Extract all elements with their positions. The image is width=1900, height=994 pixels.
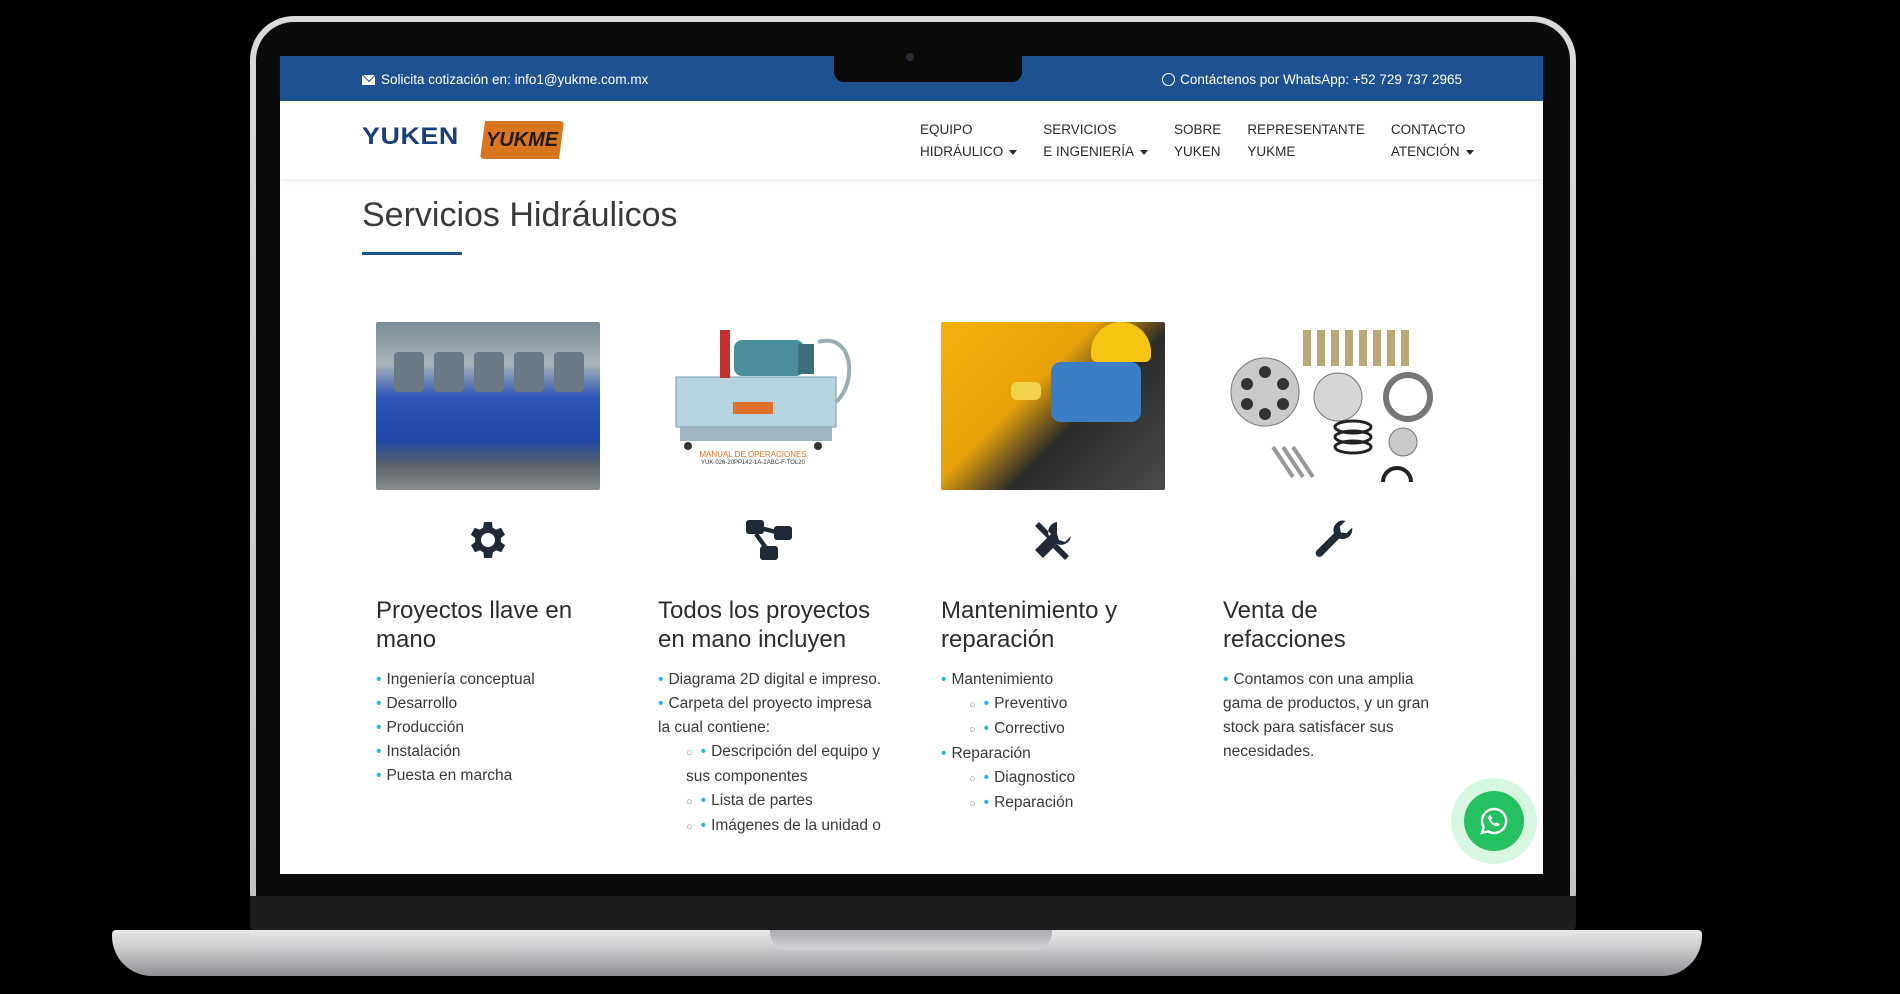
gear-icon	[376, 510, 600, 570]
page-title: Servicios Hidráulicos	[362, 196, 678, 234]
list-item: • Mantenimiento	[941, 671, 1054, 688]
laptop-hinge	[250, 896, 1576, 934]
site-header: YUKEN YUKME EQUIPO HIDRÁULICO SERVICIOS …	[280, 101, 1543, 179]
list-item: • Instalación	[376, 743, 461, 760]
nav-sobre-yuken[interactable]: SOBRE YUKEN	[1174, 119, 1221, 163]
nav-equipo-hidraulico[interactable]: EQUIPO HIDRÁULICO	[920, 119, 1018, 163]
card-heading: Mantenimiento y reparación	[941, 597, 1118, 653]
sublist-item: ○ • Lista de partes	[686, 792, 813, 809]
camera-icon	[906, 53, 914, 61]
quote-text: Solicita cotización en: info1@yukme.com.…	[381, 72, 649, 87]
tools-icon	[941, 510, 1165, 570]
card-sublist: ○ • Diagnostico ○ • Reparación	[969, 766, 1165, 816]
whatsapp-icon	[1480, 807, 1508, 835]
list-item: • Producción	[376, 719, 464, 736]
hydraulic-units-photo	[376, 322, 600, 490]
nav-label-line1: SOBRE	[1174, 122, 1222, 137]
wrench-icon	[1223, 510, 1447, 570]
nav-label-line2: HIDRÁULICO	[920, 144, 1004, 159]
mail-icon	[362, 74, 375, 85]
caret-down-icon	[1465, 149, 1474, 155]
sublist-item: ○ • Reparación	[969, 794, 1074, 811]
card-heading: Venta de refacciones	[1223, 597, 1346, 653]
list-item: • Desarrollo	[376, 695, 458, 712]
whatsapp-contact[interactable]: Contáctenos por WhatsApp: +52 729 737 29…	[1162, 72, 1462, 87]
list-item: • Puesta en marcha	[376, 767, 513, 784]
sublist-item: ○ • Diagnostico	[969, 769, 1076, 786]
caret-down-icon	[1140, 149, 1149, 155]
list-item: • Diagrama 2D digital e impreso.	[658, 671, 882, 688]
nav-label-line2: YUKEN	[1174, 144, 1221, 159]
yukme-logo-text: YUKME	[485, 128, 559, 151]
card-sublist: ○ • Preventivo ○ • Correctivo	[969, 692, 1165, 742]
sublist-item: ○ • Correctivo	[969, 720, 1065, 737]
service-card-mantenimiento: Mantenimiento y reparación • Mantenimient…	[941, 322, 1165, 816]
service-card-refacciones: Venta de refacciones • Contamos con una a…	[1223, 322, 1447, 764]
whatsapp-icon	[1162, 73, 1176, 86]
caret-down-icon	[1009, 149, 1018, 155]
nav-contacto-atencion[interactable]: CONTACTO ATENCIÓN	[1391, 119, 1474, 163]
manual-code: YUK-026-20PP142-1A-2ABC-F-TOL20	[701, 460, 805, 466]
laptop-opening-notch	[770, 930, 1052, 950]
card-description: • Contamos con una amplia gama de product…	[1223, 671, 1429, 760]
nav-label-line2: ATENCIÓN	[1390, 144, 1460, 159]
nav-label-line1: EQUIPO	[920, 122, 973, 137]
card-list: • Mantenimiento	[941, 668, 1165, 692]
list-item: • Carpeta del proyecto impresa la cual co…	[658, 695, 872, 736]
sublist-item: ○ • Preventivo	[969, 695, 1068, 712]
whatsapp-text: Contáctenos por WhatsApp: +52 729 737 29…	[1180, 72, 1462, 87]
nav-label-line2: E INGENIERÍA	[1043, 144, 1135, 159]
browser-screen: Solicita cotización en: info1@yukme.com.…	[280, 56, 1543, 874]
yuken-logo[interactable]: YUKEN	[362, 123, 459, 151]
card-list: • Diagrama 2D digital e impreso. • Carpeta…	[658, 668, 882, 740]
service-card-llave-en-mano: Proyectos llave en mano • Ingeniería conc…	[376, 322, 600, 788]
quote-contact[interactable]: Solicita cotización en: info1@yukme.com.…	[362, 72, 648, 87]
list-item: • Ingeniería conceptual	[376, 671, 535, 688]
nav-label-line1: SERVICIOS	[1043, 122, 1117, 137]
card-list: • Reparación	[941, 742, 1165, 766]
sublist-item: ○ • Descripción del equipo y sus component…	[686, 743, 880, 785]
card-heading: Todos los proyectos en mano incluyen	[658, 597, 871, 653]
main-nav: EQUIPO HIDRÁULICO SERVICIOS E INGENIERÍA…	[920, 119, 1474, 163]
service-card-incluyen: MANUAL DE OPERACIONES YUK-026-20PP142-1A…	[658, 322, 882, 839]
card-list: • Ingeniería conceptual • Desarrollo • Prod…	[376, 668, 600, 788]
card-heading: Proyectos llave en mano	[376, 597, 573, 653]
nav-representante-yukme[interactable]: REPRESENTANTE YUKME	[1247, 119, 1365, 163]
card-sublist: ○ • Descripción del equipo y sus component…	[686, 740, 882, 839]
nav-servicios-ingenieria[interactable]: SERVICIOS E INGENIERÍA	[1043, 119, 1149, 163]
maintenance-worker-photo	[941, 322, 1165, 490]
nav-label-line1: REPRESENTANTE	[1247, 122, 1365, 137]
camera-notch	[834, 52, 1022, 82]
nav-label-line1: CONTACTO	[1390, 122, 1466, 137]
list-item: • Reparación	[941, 745, 1031, 762]
nav-label-line2: YUKME	[1247, 144, 1296, 159]
yukme-logo[interactable]: YUKME	[480, 121, 564, 159]
manual-caption: MANUAL DE OPERACIONES	[699, 450, 807, 459]
sublist-item: ○ • Imágenes de la unidad o	[686, 817, 881, 834]
spare-parts-photo	[1223, 322, 1447, 490]
title-underline	[362, 252, 462, 255]
hydraulic-power-unit-photo: MANUAL DE OPERACIONES YUK-026-20PP142-1A…	[658, 322, 882, 490]
sitemap-icon	[658, 510, 882, 570]
whatsapp-float-button[interactable]	[1464, 791, 1524, 851]
